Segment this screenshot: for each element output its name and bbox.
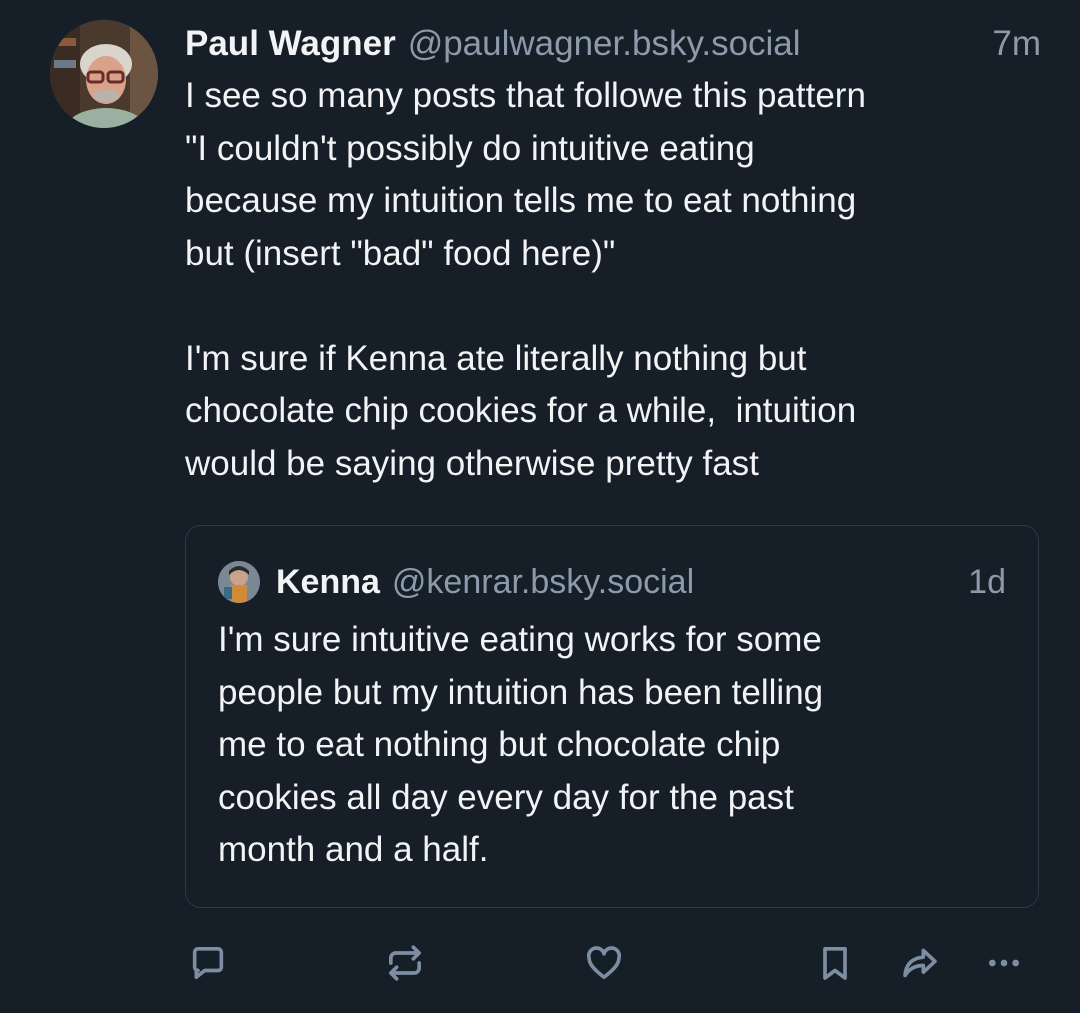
quoted-author-name[interactable]: Kenna (276, 563, 380, 602)
quoted-post-timestamp[interactable]: 1d (968, 563, 1006, 602)
quoted-author-handle[interactable]: @kenrar.bsky.social (392, 563, 694, 602)
post-timestamp[interactable]: 7m (992, 18, 1045, 70)
like-button[interactable] (576, 935, 632, 991)
quoted-post-header: Kenna @kenrar.bsky.social 1d (218, 556, 1006, 608)
avatar-photo-icon (218, 561, 260, 603)
bookmark-button[interactable] (807, 935, 863, 991)
like-icon (586, 946, 622, 979)
reply-icon (192, 947, 224, 979)
repost-button[interactable] (377, 935, 433, 991)
author-handle[interactable]: @paulwagner.bsky.social (408, 18, 801, 70)
quoted-author-avatar[interactable] (218, 561, 260, 603)
post-header: Paul Wagner @paulwagner.bsky.social 7m (185, 18, 1045, 70)
reply-button[interactable] (180, 935, 236, 991)
more-options-icon (989, 959, 1019, 967)
avatar-photo-icon (50, 20, 158, 128)
quoted-post-text: I'm sure intuitive eating works for some… (218, 620, 824, 869)
quoted-post[interactable]: Kenna @kenrar.bsky.social 1d I'm sure in… (185, 525, 1039, 908)
post-content: Paul Wagner @paulwagner.bsky.social 7m I… (185, 18, 1045, 490)
share-button[interactable] (892, 935, 948, 991)
author-avatar[interactable] (50, 20, 158, 128)
share-icon (903, 948, 937, 978)
author-name[interactable]: Paul Wagner (185, 18, 396, 70)
post-actions-bar (0, 935, 1080, 995)
bookmark-icon (823, 947, 847, 980)
repost-icon (389, 945, 421, 981)
more-options-button[interactable] (976, 935, 1032, 991)
post-text: I see so many posts that followe this pa… (185, 76, 866, 483)
